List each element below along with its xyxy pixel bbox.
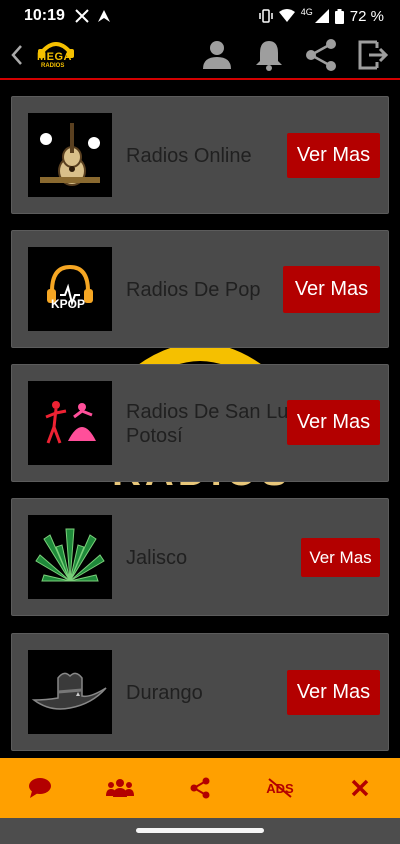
strike-line <box>268 778 292 798</box>
radio-card: KPOP Radios De Pop Ver Mas <box>11 230 389 348</box>
radio-card: Radios De San Luis Potosí Ver Mas <box>11 364 389 482</box>
card-image: KPOP <box>28 247 112 331</box>
ver-mas-button[interactable]: Ver Mas <box>287 670 380 715</box>
kpop-headphones-icon <box>47 264 93 307</box>
dancers-icon <box>45 401 96 444</box>
ver-mas-button[interactable]: Ver Mas <box>287 400 380 445</box>
profile-button[interactable] <box>200 38 234 72</box>
bell-icon <box>256 41 282 71</box>
chat-button[interactable] <box>20 768 60 808</box>
radio-card: Radios Online Ver Mas <box>11 96 389 214</box>
share-icon <box>190 777 210 799</box>
group-icon <box>106 779 134 797</box>
close-button[interactable] <box>340 768 380 808</box>
card-image <box>28 113 112 197</box>
status-time: 10:19 <box>24 7 65 24</box>
network-label: 4G <box>300 7 313 17</box>
notifications-button[interactable] <box>252 38 286 72</box>
ver-mas-button[interactable]: Ver Mas <box>287 133 380 178</box>
battery-icon <box>334 8 344 24</box>
bottom-action-bar: ADS <box>0 758 400 818</box>
cowboy-hat-icon <box>31 672 107 710</box>
navigation-icon <box>97 10 110 22</box>
exit-button[interactable] <box>356 38 390 72</box>
wifi-icon <box>278 9 295 22</box>
kpop-label: KPOP <box>51 297 86 311</box>
vibrate-icon <box>259 9 273 23</box>
card-image <box>28 381 112 465</box>
remove-ads-button[interactable]: ADS <box>260 768 300 808</box>
chat-icon <box>29 778 51 798</box>
community-button[interactable] <box>100 768 140 808</box>
app-logo: MEGA RADIOS <box>36 38 76 72</box>
ver-mas-button[interactable]: Ver Mas <box>301 538 380 577</box>
guitar-music-icon <box>40 123 100 186</box>
x-app-icon <box>75 9 89 23</box>
agave-icon <box>35 528 105 582</box>
system-nav-bar <box>0 818 400 844</box>
battery-label: 72 % <box>349 7 384 25</box>
signal-icon <box>314 9 329 23</box>
back-button[interactable] <box>2 44 32 66</box>
radio-list[interactable]: RADIOS Radios Online Ver Mas KPOP <box>0 82 400 758</box>
logo-text-top: MEGA <box>37 51 72 63</box>
exit-icon <box>358 40 389 70</box>
card-image <box>28 515 112 599</box>
ver-mas-button[interactable]: Ver Mas <box>283 266 380 313</box>
logo-text-bottom: RADIOS <box>41 63 65 69</box>
share-app-button[interactable] <box>304 38 338 72</box>
status-bar: 10:19 4G 72 % <box>0 0 400 32</box>
close-icon <box>351 779 369 797</box>
app-bar: MEGA RADIOS <box>0 32 400 80</box>
chevron-left-icon <box>11 45 22 65</box>
card-image <box>28 650 112 734</box>
radio-card: Durango Ver Mas <box>11 633 389 751</box>
user-icon <box>203 41 231 69</box>
card-title: Radios De San Luis Potosí <box>126 401 303 447</box>
share-icon <box>306 39 336 71</box>
home-gesture-bar[interactable] <box>136 828 264 833</box>
radio-card: Jalisco Ver Mas <box>11 498 389 616</box>
share-button[interactable] <box>180 768 220 808</box>
